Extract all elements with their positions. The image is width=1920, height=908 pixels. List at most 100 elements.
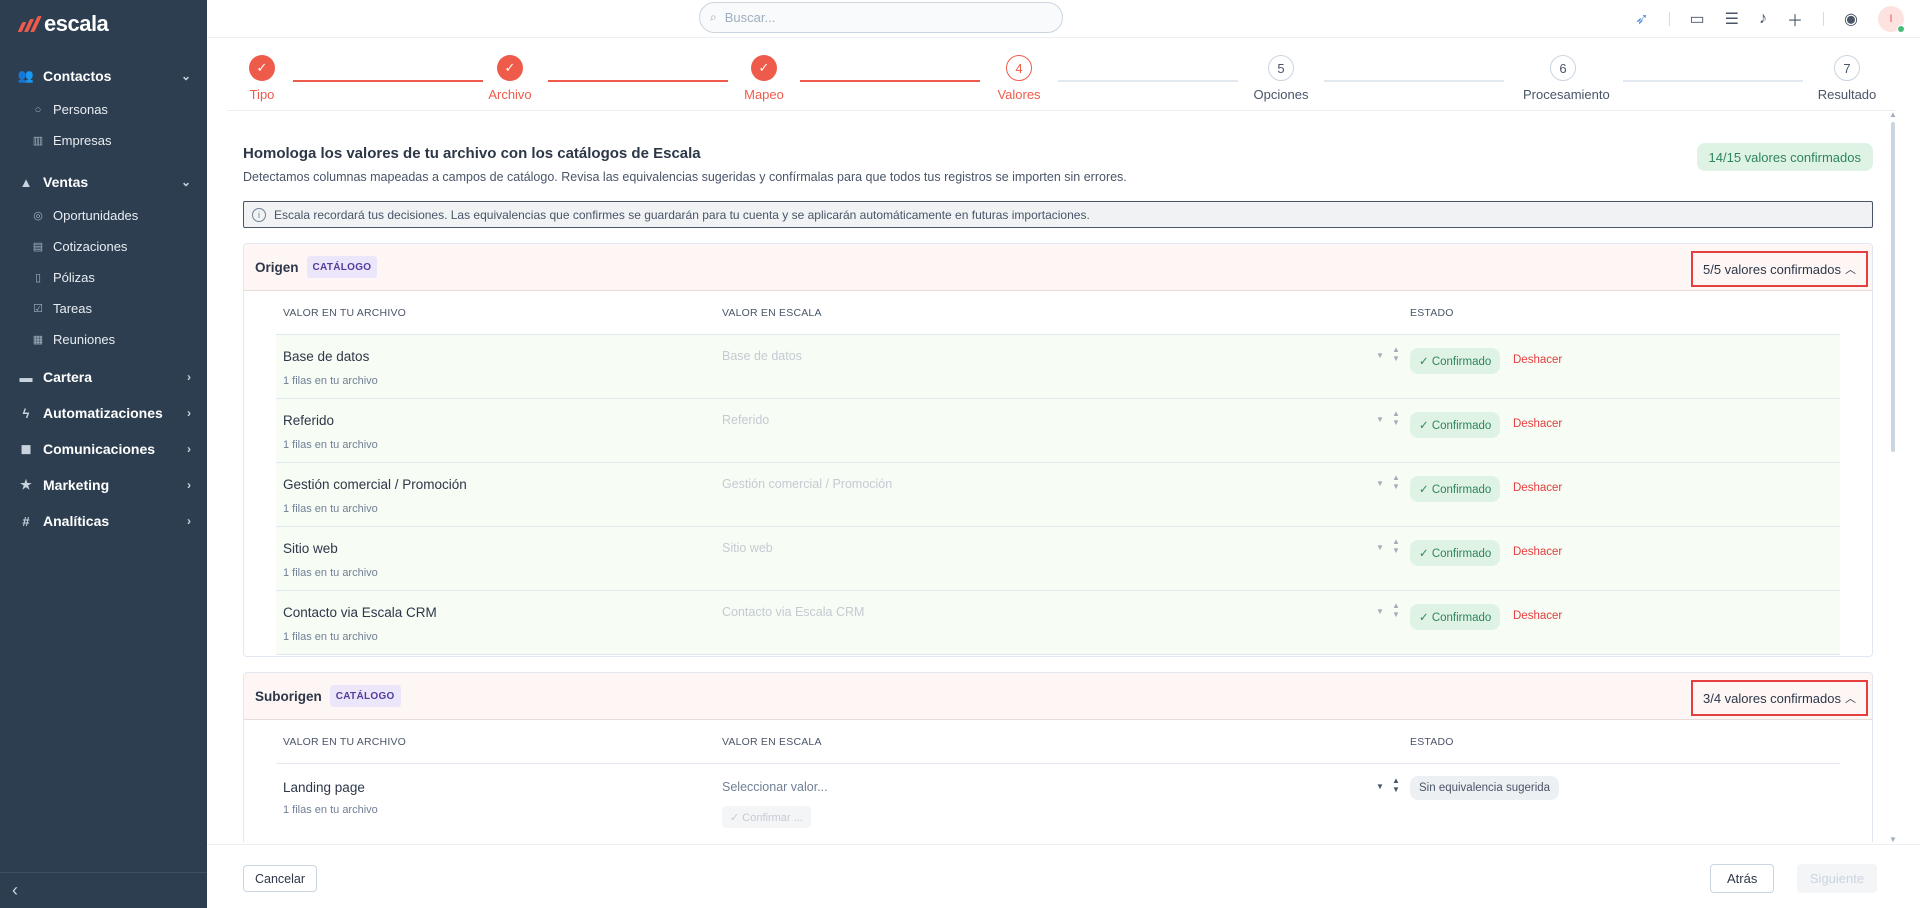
undo-button[interactable]: Deshacer [1513,546,1562,558]
cancel-button[interactable]: Cancelar [243,865,318,892]
section-toggle-button[interactable]: 5/5 valores confirmados ︿ [1690,251,1868,287]
row-count: 1 filas en tu archivo [283,631,378,643]
search-box[interactable]: ⌕ Buscar... [699,2,1063,33]
scroll-up-icon[interactable]: ▲ [1889,110,1897,119]
support-icon[interactable]: ◉ [1844,9,1858,29]
chevron-right-icon: › [187,406,191,420]
step-connector [800,80,980,82]
scroll-down-icon[interactable]: ▼ [1889,835,1897,844]
online-status-dot [1897,25,1905,33]
escala-value-select[interactable]: Sitio web [722,541,773,555]
status-badge: Sin equivalencia sugerida [1410,776,1560,800]
table-row: Base de datos 1 filas en tu archivo Base… [276,335,1840,399]
sidebar-item-reuniones[interactable]: ▦ Reuniones [0,324,207,355]
file-value: Sitio web [283,541,338,556]
section-title: Origen [255,259,299,275]
step-tipo[interactable]: ✓ Tipo [222,55,302,102]
chevron-up-icon: ︿ [1845,264,1856,276]
sidebar-group-ventas[interactable]: ▲ Ventas ⌄ [0,164,207,200]
sidebar-item-oportunidades[interactable]: ◎ Oportunidades [0,200,207,231]
escala-value-select[interactable]: Base de datos [722,349,802,363]
status-badge: ✓ Confirmado [1410,412,1501,438]
sidebar-item-personas[interactable]: ○ Personas [0,94,207,125]
catalog-section-origen: Origen CATÁLOGO 5/5 valores confirmados … [243,243,1873,657]
chat-icon[interactable]: ▭ [1690,9,1705,29]
table-row: Referido 1 filas en tu archivo Referido … [276,399,1840,463]
file-value: Base de datos [283,349,370,364]
chat-icon: ◼ [20,441,32,456]
sidebar-item-cotizaciones[interactable]: ▤ Cotizaciones [0,231,207,262]
person-icon: ○ [34,103,42,116]
dropdown-caret-icon: ▼ [1376,543,1384,552]
search-icon: ⌕ [710,10,717,24]
sidebar-group-contactos[interactable]: 👥 Contactos ⌄ [0,58,207,94]
confirm-button[interactable]: ✓ Confirmar ... [722,806,811,828]
sidebar-item-tareas[interactable]: ☑ Tareas [0,293,207,324]
sidebar-group-automatizaciones[interactable]: ϟ Automatizaciones › [0,395,207,431]
wizard-footer: Cancelar Atrás Siguiente [207,844,1920,908]
undo-button[interactable]: Deshacer [1513,418,1562,430]
sidebar-group-marketing[interactable]: ★ Marketing › [0,467,207,503]
section-header[interactable]: Suborigen CATÁLOGO 3/4 valores confirmad… [244,673,1872,720]
content-scrollbar[interactable]: ▲ ▼ [1889,110,1897,844]
column-header-file-value: VALOR EN TU ARCHIVO [283,306,407,319]
sort-arrows-icon: ▲ ▼ [1392,345,1400,363]
logo[interactable]: escala [0,0,207,48]
sidebar-group-analiticas[interactable]: # Analíticas › [0,503,207,539]
next-button[interactable]: Siguiente [1797,864,1877,893]
sidebar: escala 👥 Contactos ⌄ ○ Personas ▥ Empres… [0,0,207,908]
sidebar-item-polizas[interactable]: ▯ Pólizas [0,262,207,293]
step-circle: 7 [1834,55,1860,81]
undo-button[interactable]: Deshacer [1513,354,1562,366]
undo-button[interactable]: Deshacer [1513,482,1562,494]
chevron-right-icon: › [187,514,191,528]
topbar-actions: ➶ ▭ ☰ ♪ ＋ ◉ I [1635,0,1905,38]
step-valores[interactable]: 4 Valores [979,55,1059,102]
avatar[interactable]: I [1878,6,1905,33]
sort-arrows-icon: ▲ ▼ [1392,473,1400,491]
sidebar-group-cartera[interactable]: ▬ Cartera › [0,359,207,395]
step-archivo[interactable]: ✓ Archivo [470,55,550,102]
step-label: Opciones [1253,87,1309,102]
dropdown-caret-icon: ▼ [1376,415,1384,424]
status-badge: ✓ Confirmado [1410,604,1501,630]
step-connector [548,80,728,82]
star-icon: ★ [20,477,32,492]
search-input[interactable]: Buscar... [725,10,776,25]
table-header: VALOR EN TU ARCHIVO VALOR EN ESCALA ESTA… [276,720,1840,764]
sidebar-collapse-button[interactable]: ‹ [0,872,207,908]
scrollbar-thumb[interactable] [1891,122,1895,452]
escala-value-select[interactable]: Seleccionar valor... [722,780,828,794]
section-title: Suborigen [255,688,322,704]
chevron-down-icon: ⌄ [180,175,191,189]
sidebar-item-empresas[interactable]: ▥ Empresas [0,125,207,156]
step-circle: 4 [1006,55,1032,81]
file-value: Referido [283,413,335,428]
list-icon[interactable]: ☰ [1725,9,1739,29]
step-connector [1058,80,1238,82]
escala-value-select[interactable]: Gestión comercial / Promoción [722,477,892,491]
section-header[interactable]: Origen CATÁLOGO 5/5 valores confirmados … [244,244,1872,291]
bell-icon[interactable]: ♪ [1759,10,1767,28]
step-mapeo[interactable]: ✓ Mapeo [724,55,804,102]
escala-value-select[interactable]: Referido [722,413,769,427]
step-label: Valores [997,87,1041,102]
step-resultado[interactable]: 7 Resultado [1807,55,1887,102]
undo-button[interactable]: Deshacer [1513,610,1562,622]
dropdown-caret-icon: ▼ [1376,351,1384,360]
section-toggle-button[interactable]: 3/4 valores confirmados ︿ [1690,680,1868,716]
back-button[interactable]: Atrás [1710,864,1775,893]
plus-icon[interactable]: ＋ [1787,7,1803,31]
assistant-icon[interactable]: ➶ [1635,9,1648,29]
table-row: Sitio web 1 filas en tu archivo Sitio we… [276,527,1840,591]
step-circle: 5 [1268,55,1294,81]
table-row: Landing page 1 filas en tu archivo Selec… [276,764,1840,842]
step-procesamiento[interactable]: 6 Procesamiento [1523,55,1610,102]
step-opciones[interactable]: 5 Opciones [1241,55,1321,102]
row-count: 1 filas en tu archivo [283,439,378,451]
escala-value-select[interactable]: Contacto via Escala CRM [722,605,864,619]
chevron-right-icon: › [187,370,191,384]
sidebar-group-comunicaciones[interactable]: ◼ Comunicaciones › [0,431,207,467]
row-count: 1 filas en tu archivo [283,375,378,387]
step-label: Archivo [488,87,532,102]
